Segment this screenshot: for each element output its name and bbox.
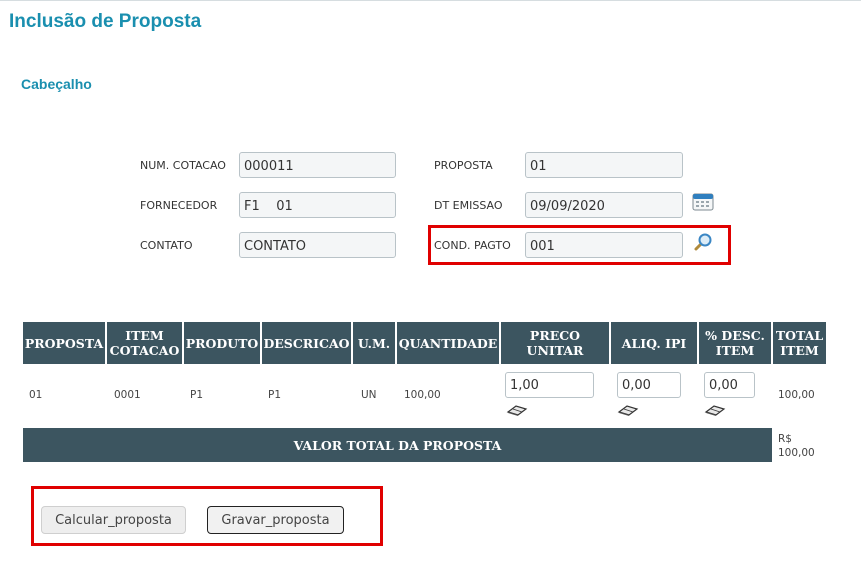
total-amount: 100,00	[778, 447, 815, 459]
eraser-icon[interactable]	[704, 402, 726, 421]
cell-proposta: 01	[29, 389, 43, 401]
total-bar: VALOR TOTAL DA PROPOSTA	[23, 428, 772, 462]
cell-quantidade: 100,00	[404, 389, 441, 401]
section-title: Cabeçalho	[21, 76, 92, 92]
grid-header-descricao: DESCRICAO	[262, 322, 351, 364]
page-title: Inclusão de Proposta	[9, 11, 202, 32]
cell-descricao: P1	[268, 389, 282, 401]
grid-header-item-cotacao: ITEM COTACAO	[107, 322, 182, 364]
fornecedor-label: FORNECEDOR	[140, 199, 218, 212]
dt-emissao-field[interactable]: 09/09/2020	[525, 192, 683, 218]
preco-unitar-input[interactable]: 1,00	[505, 372, 594, 398]
desc-item-input[interactable]: 0,00	[704, 372, 755, 398]
total-label: VALOR TOTAL DA PROPOSTA	[293, 437, 502, 453]
top-divider	[0, 0, 861, 1]
grid-header-total-item: TOTAL ITEM	[773, 322, 826, 364]
eraser-icon[interactable]	[506, 402, 528, 421]
calendar-icon[interactable]	[692, 191, 714, 215]
num-cotacao-field[interactable]: 000011	[239, 152, 396, 178]
grid-header-produto: PRODUTO	[184, 322, 260, 364]
grid-header-aliq-ipi: ALIQ. IPI	[611, 322, 697, 364]
cell-item-cotacao: 0001	[114, 389, 141, 401]
total-value: R$ 100,00	[778, 432, 815, 460]
grid-header-desc-item: % DESC. ITEM	[699, 322, 771, 364]
fornecedor-field[interactable]: F1 01	[239, 192, 396, 218]
grid-header-um: U.M.	[353, 322, 395, 364]
proposta-field[interactable]: 01	[525, 152, 683, 178]
contato-field[interactable]: CONTATO	[239, 232, 396, 258]
total-currency: R$	[778, 433, 792, 445]
grid-header-proposta: PROPOSTA	[23, 322, 105, 364]
grid-header-preco-unitar: PRECO UNITAR	[501, 322, 609, 364]
cell-total-item: 100,00	[778, 389, 815, 401]
dt-emissao-label: DT EMISSAO	[434, 199, 503, 212]
contato-label: CONTATO	[140, 239, 193, 252]
cond-pagto-highlight	[428, 225, 731, 265]
grid-header-quantidade: QUANTIDADE	[397, 322, 499, 364]
aliq-ipi-input[interactable]: 0,00	[617, 372, 681, 398]
eraser-icon[interactable]	[617, 402, 639, 421]
cell-um: UN	[361, 389, 377, 401]
cell-produto: P1	[190, 389, 204, 401]
num-cotacao-label: NUM. COTACAO	[140, 159, 226, 172]
buttons-highlight	[31, 486, 383, 546]
proposta-label: PROPOSTA	[434, 159, 493, 172]
